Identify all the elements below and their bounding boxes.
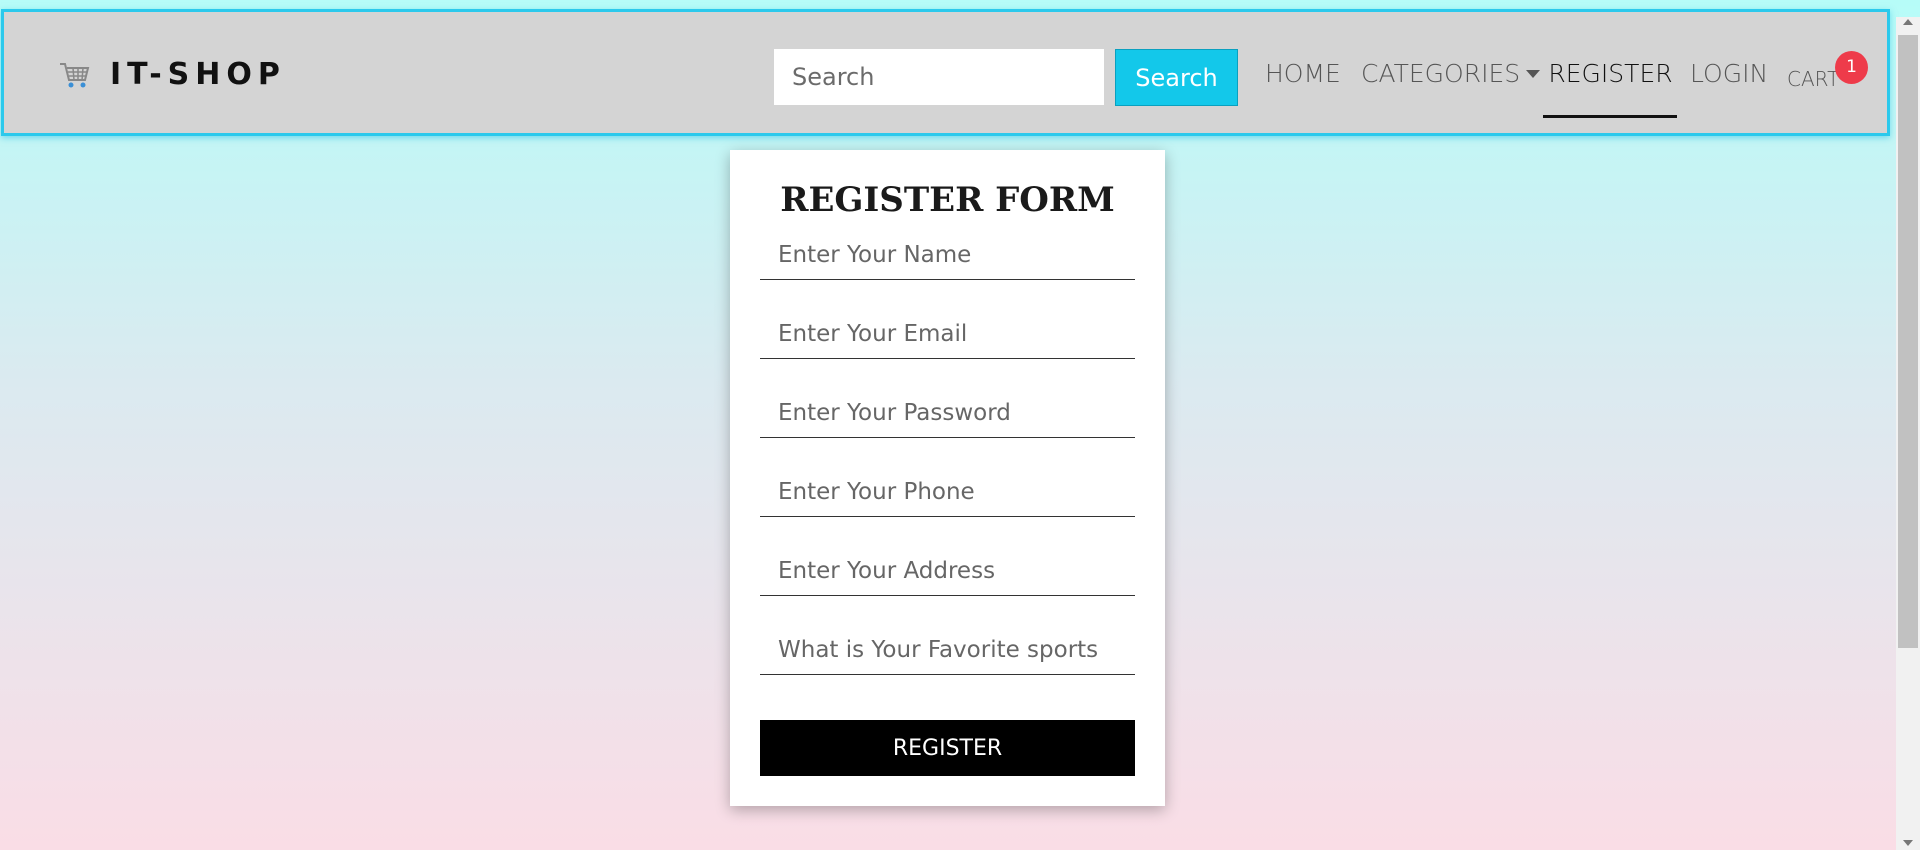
active-link-underline xyxy=(1543,115,1677,118)
search-input[interactable] xyxy=(774,49,1104,105)
scroll-up-arrow-icon[interactable] xyxy=(1903,19,1913,25)
favorite-sport-field[interactable] xyxy=(760,625,1135,675)
navbar: IT-SHOP Search HOME CATEGORIES REGISTER … xyxy=(1,9,1890,136)
phone-field[interactable] xyxy=(760,467,1135,517)
nav-categories-dropdown[interactable]: CATEGORIES xyxy=(1361,54,1541,94)
shopping-cart-icon xyxy=(60,62,90,87)
caret-down-icon xyxy=(1526,69,1541,78)
email-field[interactable] xyxy=(760,309,1135,359)
brand-name: IT-SHOP xyxy=(110,57,286,92)
nav-register-link[interactable]: REGISTER xyxy=(1544,54,1677,94)
nav-cart-link[interactable]: CART xyxy=(1787,59,1839,99)
nav-categories-label: CATEGORIES xyxy=(1361,59,1521,88)
form-title: REGISTER FORM xyxy=(780,180,1115,220)
address-field[interactable] xyxy=(760,546,1135,596)
name-field[interactable] xyxy=(760,230,1135,280)
nav-login-link[interactable]: LOGIN xyxy=(1690,54,1768,94)
scroll-down-arrow-icon[interactable] xyxy=(1903,840,1913,846)
vertical-scrollbar[interactable] xyxy=(1896,17,1920,850)
register-form: REGISTER FORM REGISTER xyxy=(730,150,1165,806)
scroll-thumb[interactable] xyxy=(1898,35,1918,648)
nav-home-link[interactable]: HOME xyxy=(1265,54,1341,94)
password-field[interactable] xyxy=(760,388,1135,438)
search-button[interactable]: Search xyxy=(1115,49,1238,106)
register-button[interactable]: REGISTER xyxy=(760,720,1135,776)
brand-link[interactable]: IT-SHOP xyxy=(58,57,286,92)
cart-count-badge: 1 xyxy=(1835,51,1868,84)
